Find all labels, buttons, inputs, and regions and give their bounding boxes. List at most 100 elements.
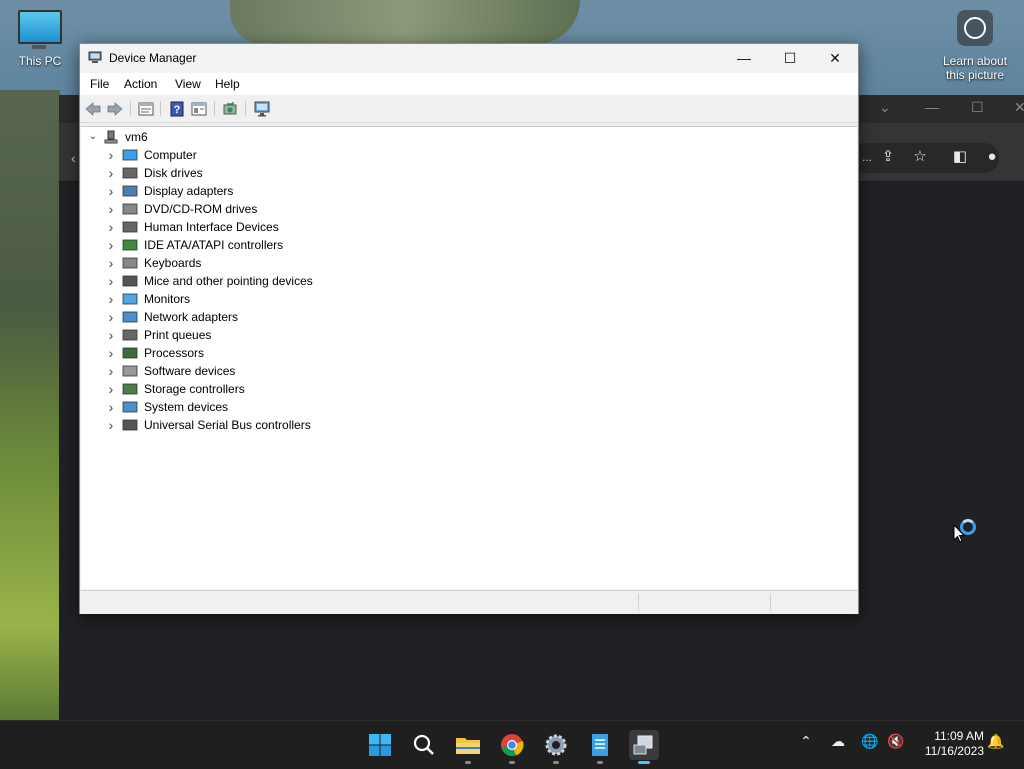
tree-category-row[interactable]: › Software devices: [81, 362, 857, 380]
dvd-drive-icon: [122, 203, 138, 215]
learn-line1: Learn about: [942, 54, 1008, 68]
taskbar-clock[interactable]: 11:09 AM 11/16/2023: [914, 729, 984, 759]
chevron-down-icon[interactable]: ⌄: [88, 128, 98, 146]
ide-controller-icon: [122, 239, 138, 251]
forward-arrow-icon[interactable]: [106, 100, 124, 118]
chevron-right-icon[interactable]: ›: [106, 200, 116, 218]
storage-controller-icon: [122, 383, 138, 395]
processor-icon: [122, 347, 138, 359]
close-icon[interactable]: ✕: [1014, 99, 1024, 116]
tree-root-row[interactable]: ⌄ vm6: [81, 128, 857, 146]
menu-file[interactable]: File: [90, 77, 109, 91]
chevron-right-icon[interactable]: ›: [106, 326, 116, 344]
back-arrow-icon[interactable]: ‹: [71, 150, 76, 166]
gear-icon: [545, 734, 567, 756]
show-hidden-devices-icon[interactable]: [190, 100, 208, 118]
close-button[interactable]: ✕: [812, 44, 858, 73]
chevron-right-icon[interactable]: ›: [106, 182, 116, 200]
chevron-right-icon[interactable]: ›: [106, 146, 116, 164]
menu-help[interactable]: Help: [215, 77, 240, 91]
desktop-icon-this-pc[interactable]: This PC: [10, 10, 70, 68]
maximize-icon[interactable]: ☐: [971, 99, 984, 116]
minimize-icon[interactable]: —: [925, 99, 939, 115]
chevron-down-icon[interactable]: ⌄: [879, 99, 891, 116]
globe-icon[interactable]: 🌐: [860, 733, 880, 750]
usb-icon: [122, 419, 138, 431]
sidebar-icon[interactable]: ◧: [950, 147, 970, 167]
tree-category-row[interactable]: › Computer: [81, 146, 857, 164]
tree-category-row[interactable]: › Processors: [81, 344, 857, 362]
desktop-icon-label: Learn about this picture: [938, 54, 1012, 82]
back-arrow-icon[interactable]: [84, 100, 102, 118]
properties-icon[interactable]: [137, 100, 155, 118]
tree-category-row[interactable]: › Mice and other pointing devices: [81, 272, 857, 290]
taskbar-search-button[interactable]: [409, 730, 439, 760]
chevron-right-icon[interactable]: ›: [106, 272, 116, 290]
tree-category-row[interactable]: › Universal Serial Bus controllers: [81, 416, 857, 434]
chevron-right-icon[interactable]: ›: [106, 236, 116, 254]
tree-category-row[interactable]: › Print queues: [81, 326, 857, 344]
help-icon[interactable]: ?: [168, 100, 186, 118]
chevron-right-icon[interactable]: ›: [106, 380, 116, 398]
minimize-button[interactable]: —: [721, 44, 767, 73]
onedrive-icon[interactable]: ☁: [828, 733, 848, 750]
device-tree[interactable]: ⌄ vm6 › Computer › Disk drives › Display adap…: [81, 126, 857, 589]
device-manager-window[interactable]: Device Manager — ☐ ✕ File Action View He…: [79, 43, 859, 614]
scan-hardware-changes-icon[interactable]: [253, 100, 271, 118]
chevron-right-icon[interactable]: ›: [106, 218, 116, 236]
tree-category-label: Human Interface Devices: [144, 220, 279, 234]
share-icon[interactable]: ⇪: [878, 147, 898, 167]
tree-category-row[interactable]: › Network adapters: [81, 308, 857, 326]
menu-action[interactable]: Action: [124, 77, 157, 91]
chevron-right-icon[interactable]: ›: [106, 344, 116, 362]
chevron-right-icon[interactable]: ›: [106, 164, 116, 182]
desktop-icon-learn-about-picture[interactable]: Learn about this picture: [938, 10, 1012, 82]
tree-category-label: Disk drives: [144, 166, 203, 180]
star-icon[interactable]: ☆: [910, 147, 930, 167]
profile-icon[interactable]: ●: [982, 147, 1002, 167]
title-bar[interactable]: Device Manager — ☐ ✕: [80, 44, 858, 73]
chevron-up-icon[interactable]: ⌃: [796, 733, 816, 750]
tree-category-row[interactable]: › IDE ATA/ATAPI controllers: [81, 236, 857, 254]
menu-view[interactable]: View: [175, 77, 201, 91]
maximize-button[interactable]: ☐: [767, 44, 813, 73]
taskbar: ⌃ ☁ 🌐 🔇 11:09 AM 11/16/2023 🔔: [0, 720, 1024, 769]
folder-icon: [456, 738, 480, 754]
clock-time: 11:09 AM: [934, 729, 984, 743]
chevron-right-icon[interactable]: ›: [106, 398, 116, 416]
tree-category-row[interactable]: › Keyboards: [81, 254, 857, 272]
speaker-muted-icon[interactable]: 🔇: [886, 733, 906, 750]
taskbar-notepad[interactable]: [585, 730, 615, 764]
tree-category-row[interactable]: › Human Interface Devices: [81, 218, 857, 236]
tree-category-row[interactable]: › Storage controllers: [81, 380, 857, 398]
taskbar-chrome[interactable]: [497, 730, 527, 764]
toolbar-separator: [160, 101, 161, 116]
update-driver-icon[interactable]: [221, 100, 239, 118]
chevron-right-icon[interactable]: ›: [106, 290, 116, 308]
tree-category-row[interactable]: › Display adapters: [81, 182, 857, 200]
taskbar-device-manager[interactable]: [629, 730, 659, 764]
toolbar: ?: [80, 95, 858, 123]
start-button[interactable]: [365, 730, 395, 760]
tree-category-label: IDE ATA/ATAPI controllers: [144, 238, 284, 252]
camera-info-icon: [957, 10, 993, 46]
taskbar-settings[interactable]: [541, 730, 571, 764]
tree-category-row[interactable]: › Monitors: [81, 290, 857, 308]
chevron-right-icon[interactable]: ›: [106, 362, 116, 380]
chevron-right-icon[interactable]: ›: [106, 254, 116, 272]
tree-category-label: Universal Serial Bus controllers: [144, 418, 311, 432]
search-icon: [413, 734, 434, 755]
tree-category-label: Monitors: [144, 292, 191, 306]
tree-category-row[interactable]: › DVD/CD-ROM drives: [81, 200, 857, 218]
tree-category-label: Processors: [144, 346, 205, 360]
tree-category-label: Computer: [144, 148, 197, 162]
taskbar-file-explorer[interactable]: [453, 730, 483, 764]
tree-category-label: Print queues: [144, 328, 212, 342]
wallpaper-cliff-top: [230, 0, 580, 44]
chevron-right-icon[interactable]: ›: [106, 308, 116, 326]
notification-bell-icon[interactable]: 🔔: [986, 733, 1006, 750]
chevron-right-icon[interactable]: ›: [106, 416, 116, 434]
running-indicator: [553, 761, 559, 764]
tree-category-row[interactable]: › Disk drives: [81, 164, 857, 182]
tree-category-row[interactable]: › System devices: [81, 398, 857, 416]
